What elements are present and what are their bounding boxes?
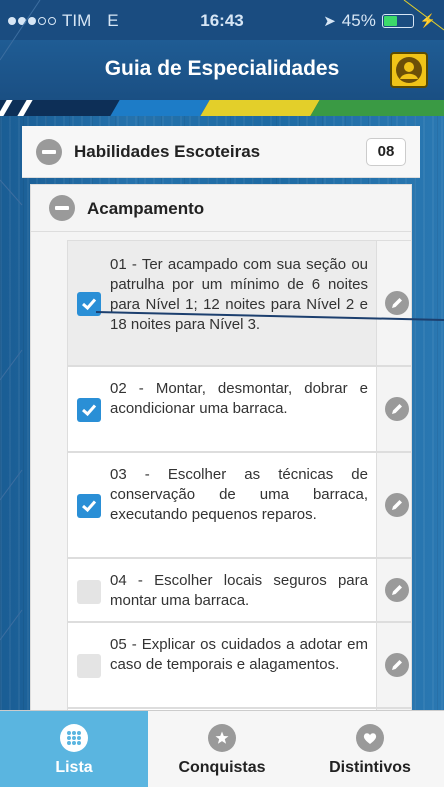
edit-cell[interactable]	[377, 622, 411, 708]
item-text: 02 - Montar, desmontar, dobrar e acondic…	[110, 380, 368, 417]
profile-button[interactable]	[390, 52, 428, 88]
item-text: 04 - Escolher locais seguros para montar…	[110, 572, 368, 609]
location-arrow-icon: ➤	[323, 13, 336, 30]
pencil-icon	[392, 500, 402, 510]
edit-button[interactable]	[385, 653, 409, 677]
grid-icon	[60, 724, 88, 752]
category-header[interactable]: Habilidades Escoteiras 08	[22, 126, 420, 178]
checkmark-icon	[82, 298, 97, 311]
count-badge: 08	[366, 138, 406, 166]
tab-conquistas[interactable]: Conquistas	[148, 711, 296, 787]
list-item[interactable]: 01 - Ter acampado com sua seção ou patru…	[67, 240, 377, 366]
checkmark-icon	[82, 500, 97, 513]
battery-percent: 45%	[341, 11, 376, 30]
item-text: 03 - Escolher as técnicas de conservação…	[110, 466, 368, 523]
section-header[interactable]: Acampamento	[30, 184, 412, 232]
requirements-list: 01 - Ter acampado com sua seção ou patru…	[30, 232, 412, 710]
pencil-icon	[392, 404, 402, 414]
checkbox-unchecked[interactable]	[77, 654, 101, 678]
checkmark-icon	[82, 404, 97, 417]
tab-bar: Lista Conquistas Distintivos	[0, 710, 444, 787]
battery-icon	[381, 14, 414, 28]
item-text: 05 - Explicar os cuidados a adotar em ca…	[110, 636, 368, 673]
page-title: Guia de Especialidades	[104, 57, 340, 80]
tab-label: Lista	[55, 759, 93, 776]
heart-icon	[356, 724, 384, 752]
edit-cell[interactable]	[377, 366, 411, 452]
edit-button[interactable]	[385, 578, 409, 602]
tab-distintivos[interactable]: Distintivos	[296, 711, 444, 787]
list-item[interactable]: 04 - Escolher locais seguros para montar…	[67, 558, 377, 622]
user-icon	[396, 57, 422, 83]
edit-cell[interactable]	[377, 558, 411, 622]
pencil-icon	[392, 660, 402, 670]
item-text: 01 - Ter acampado com sua seção ou patru…	[110, 256, 368, 333]
navigation-bar: Guia de Especialidades	[0, 40, 444, 100]
pencil-icon	[392, 585, 402, 595]
category-title: Habilidades Escoteiras	[74, 142, 261, 161]
collapse-icon[interactable]	[49, 195, 75, 221]
charging-icon: ⚡	[419, 13, 436, 28]
list-item[interactable]: 05 - Explicar os cuidados a adotar em ca…	[67, 622, 377, 708]
tab-label: Distintivos	[329, 759, 411, 776]
edit-cell[interactable]	[377, 240, 411, 366]
list-item[interactable]: 03 - Escolher as técnicas de conservação…	[67, 452, 377, 558]
star-icon	[208, 724, 236, 752]
edit-button[interactable]	[385, 397, 409, 421]
status-bar: TIM E 16:43 ➤ 45% ⚡	[0, 0, 444, 40]
edit-button[interactable]	[385, 291, 409, 315]
decorative-stripe	[0, 100, 444, 116]
tab-label: Conquistas	[178, 759, 266, 776]
collapse-icon[interactable]	[36, 139, 62, 165]
edit-cell[interactable]	[377, 452, 411, 558]
edit-button[interactable]	[385, 493, 409, 517]
section-title: Acampamento	[87, 199, 205, 218]
pencil-icon	[392, 298, 402, 308]
list-item[interactable]: 02 - Montar, desmontar, dobrar e acondic…	[67, 366, 377, 452]
checkbox-checked[interactable]	[77, 494, 101, 518]
checkbox-checked[interactable]	[77, 398, 101, 422]
tab-lista[interactable]: Lista	[0, 711, 148, 787]
checkbox-checked[interactable]	[77, 292, 101, 316]
checkbox-unchecked[interactable]	[77, 580, 101, 604]
status-right: ➤ 45% ⚡	[323, 11, 436, 31]
